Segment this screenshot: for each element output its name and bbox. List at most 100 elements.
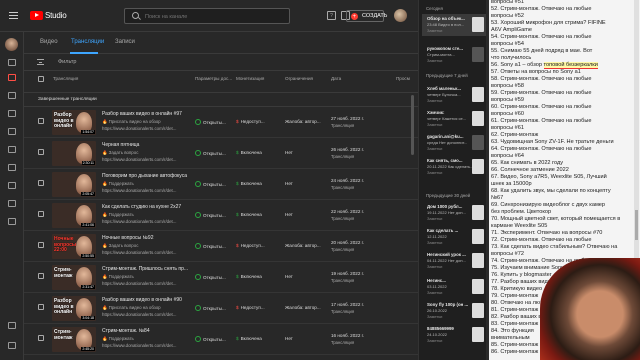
- tab-live[interactable]: Трансляции: [71, 39, 104, 45]
- feedback-nav-icon[interactable]: [8, 342, 16, 349]
- restriction-status[interactable]: Нет: [285, 212, 293, 217]
- playlists-icon[interactable]: [8, 92, 16, 99]
- search-input[interactable]: [145, 11, 285, 22]
- restriction-status[interactable]: Жалоба: автор...: [285, 243, 321, 248]
- access-status[interactable]: Открыты...: [195, 274, 226, 280]
- youtube-logo-icon[interactable]: [30, 11, 43, 20]
- video-thumbnail[interactable]: 2:30:11: [52, 141, 96, 166]
- note-list-item[interactable]: Sony fly 100p (он ... 26.10.2022 Заметки: [422, 300, 486, 322]
- comments-icon[interactable]: [8, 128, 16, 135]
- video-title[interactable]: Стрим-монтаж. №84: [102, 328, 200, 334]
- account-avatar[interactable]: [394, 9, 407, 22]
- filter-icon[interactable]: [37, 59, 44, 65]
- restriction-status[interactable]: Нет: [285, 181, 293, 186]
- row-checkbox[interactable]: [38, 118, 44, 124]
- video-thumbnail[interactable]: Разбор видео в онлайн 1:54:07: [52, 110, 96, 135]
- note-list-item[interactable]: Хэмчик: четверг Кажется се... Заметки: [422, 108, 486, 130]
- note-list-item[interactable]: рукожопом сте... Стрим-монта... Заметки: [422, 44, 486, 66]
- note-list-item[interactable]: Как сделать ... 12.11.2022 Заметки: [422, 226, 486, 248]
- note-list-item[interactable]: Обзор на объек... 23:48 Видео в пол... Зам…: [422, 14, 486, 36]
- select-all-checkbox[interactable]: [38, 76, 44, 82]
- create-button[interactable]: СОЗДАТЬ: [346, 10, 387, 22]
- table-row[interactable]: Ночные вопросы 22:00 2:50:55 Ночные вопрос…: [24, 231, 418, 262]
- table-row[interactable]: Разбор видео в онлайн 1:54:07 Разбор ваших…: [24, 107, 418, 138]
- row-checkbox[interactable]: [38, 180, 44, 186]
- video-title[interactable]: Разбор ваших видео в онлайн #97: [102, 111, 200, 117]
- note-list-item[interactable]: 84885669999 24.10.2022 Заметки: [422, 324, 486, 346]
- video-thumbnail[interactable]: 2:41:06: [52, 203, 96, 228]
- access-status[interactable]: Открыты...: [195, 243, 226, 249]
- video-thumbnail[interactable]: Разбор видео в онлайн 3:04:18: [52, 296, 96, 321]
- monetization-icon[interactable]: [8, 182, 16, 189]
- copyright-icon[interactable]: [8, 164, 16, 171]
- monetization-cell[interactable]: $ Недоступ...: [236, 119, 265, 124]
- col-broadcast[interactable]: Трансляция: [53, 76, 78, 81]
- dashboard-icon[interactable]: [8, 59, 16, 66]
- analytics-icon[interactable]: [8, 110, 16, 117]
- customization-icon[interactable]: [8, 200, 16, 207]
- table-row[interactable]: 2:30:11 Черная пятница 🔥 Задать вопрос http…: [24, 138, 418, 169]
- video-title[interactable]: Черная пятница: [102, 142, 200, 148]
- col-access[interactable]: Параметры дос...: [195, 76, 232, 81]
- row-checkbox[interactable]: [38, 273, 44, 279]
- row-checkbox[interactable]: [38, 335, 44, 341]
- monetization-cell[interactable]: $ Включена: [236, 274, 262, 279]
- video-title[interactable]: Ночные вопросы №92: [102, 235, 200, 241]
- access-status[interactable]: Открыты...: [195, 119, 226, 125]
- monetization-cell[interactable]: $ Недоступ...: [236, 243, 265, 248]
- note-scrollbar-thumb[interactable]: [635, 210, 638, 240]
- access-status[interactable]: Открыты...: [195, 181, 226, 187]
- table-row[interactable]: Стрим-монтаж 2:31:47 Стрим-монтаж. Пришлос…: [24, 262, 418, 293]
- help-icon[interactable]: ?: [327, 11, 336, 20]
- monetization-cell[interactable]: $ Включена: [236, 181, 262, 186]
- col-restrictions[interactable]: Ограничения: [285, 76, 313, 81]
- filter-label[interactable]: Фильтр: [58, 59, 76, 65]
- table-row[interactable]: 2:41:06 Как сделать студию на кухне 2x27 🔥…: [24, 200, 418, 231]
- row-checkbox[interactable]: [38, 211, 44, 217]
- video-thumbnail[interactable]: 2:05:47: [52, 172, 96, 197]
- restriction-status[interactable]: Жалоба: автор...: [285, 305, 321, 310]
- monetization-cell[interactable]: $ Включена: [236, 212, 262, 217]
- video-title[interactable]: Разбор ваших видео в онлайн #90: [102, 297, 200, 303]
- access-status[interactable]: Открыты...: [195, 212, 226, 218]
- restriction-status[interactable]: Нет: [285, 150, 293, 155]
- col-date[interactable]: Дата: [331, 76, 341, 81]
- access-status[interactable]: Открыты...: [195, 336, 226, 342]
- video-thumbnail[interactable]: Ночные вопросы 22:00 2:50:55: [52, 234, 96, 259]
- note-list-item[interactable]: Дом 1000 рубл... 19.11.2022 Нет доп... Зам…: [422, 202, 486, 224]
- row-checkbox[interactable]: [38, 149, 44, 155]
- video-thumbnail[interactable]: Стрим-монтаж 2:45:20: [52, 327, 96, 352]
- restriction-status[interactable]: Жалоба: автор...: [285, 119, 321, 124]
- table-row[interactable]: Разбор видео в онлайн 3:04:18 Разбор ваших…: [24, 293, 418, 324]
- note-list-item[interactable]: gagarin.ani@ku... среда Нет дополнит... За…: [422, 132, 486, 154]
- note-list-item[interactable]: Негинский урок ... 04.11.2022 Нет доп... З…: [422, 250, 486, 272]
- restriction-status[interactable]: Нет: [285, 274, 293, 279]
- restriction-status[interactable]: Нет: [285, 336, 293, 341]
- table-row[interactable]: Стрим-монтаж 2:45:20 Стрим-монтаж. №84 🔥 По…: [24, 324, 418, 355]
- note-list-item[interactable]: Негинс... 03.11.2022 Заметки: [422, 276, 486, 298]
- row-checkbox[interactable]: [38, 242, 44, 248]
- settings-icon[interactable]: [8, 322, 16, 329]
- table-row[interactable]: 2:05:47 Поговорим про дыхание автофокуса 🔥…: [24, 169, 418, 200]
- row-checkbox[interactable]: [38, 304, 44, 310]
- video-title[interactable]: Стрим-монтаж. Пришлось снять пр...: [102, 266, 200, 272]
- search-box[interactable]: [124, 8, 290, 24]
- channel-avatar[interactable]: [5, 38, 18, 51]
- menu-icon[interactable]: [9, 12, 18, 19]
- tab-posts[interactable]: Записи: [115, 39, 135, 45]
- video-title[interactable]: Как сделать студию на кухне 2x27: [102, 204, 200, 210]
- table-scrollbar[interactable]: [411, 95, 414, 155]
- audio-library-icon[interactable]: [8, 218, 16, 225]
- access-status[interactable]: Открыты...: [195, 150, 226, 156]
- monetization-cell[interactable]: $ Включена: [236, 336, 262, 341]
- note-list-item[interactable]: Как снять, смо... 20.11.2022 Как сделать.…: [422, 156, 486, 178]
- tab-videos[interactable]: Видео: [40, 39, 58, 45]
- filter-bar[interactable]: Фильтр: [24, 54, 418, 71]
- subtitles-icon[interactable]: [8, 146, 16, 153]
- col-views[interactable]: Просм: [396, 76, 410, 81]
- note-list-item[interactable]: Хлеб маленьк... четверг Булочка... Заметки: [422, 84, 486, 106]
- monetization-cell[interactable]: $ Недоступ...: [236, 305, 265, 310]
- content-icon[interactable]: [8, 74, 16, 81]
- monetization-cell[interactable]: $ Включена: [236, 150, 262, 155]
- video-title[interactable]: Поговорим про дыхание автофокуса: [102, 173, 200, 179]
